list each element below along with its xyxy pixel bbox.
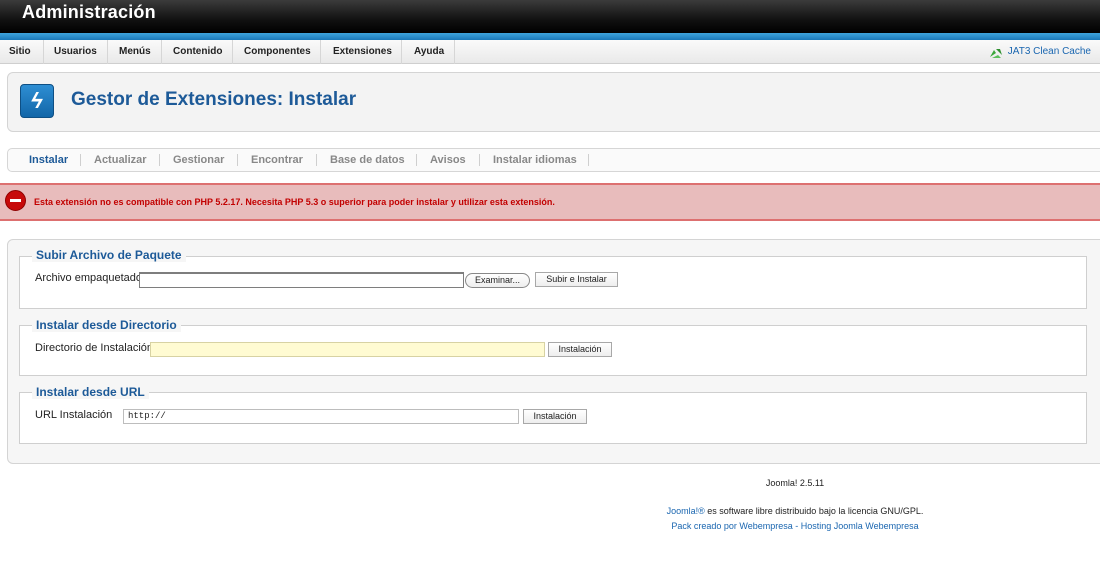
clean-cache-label: JAT3 Clean Cache bbox=[1007, 46, 1091, 57]
tab-separator bbox=[316, 154, 317, 166]
tab-separator bbox=[588, 154, 589, 166]
error-icon bbox=[5, 190, 26, 211]
tab-separator bbox=[416, 154, 417, 166]
license-line: Joomla!® es software libre distribuido b… bbox=[600, 506, 990, 516]
recycle-icon bbox=[988, 45, 1004, 59]
tab-gestionar[interactable]: Gestionar bbox=[173, 148, 224, 172]
install-directory-input[interactable] bbox=[150, 342, 545, 357]
version-text: Joomla! 2.5.11 bbox=[765, 478, 825, 488]
browse-button[interactable]: Examinar... bbox=[465, 273, 530, 288]
tab-separator bbox=[237, 154, 238, 166]
menu-item-sitio[interactable]: Sitio bbox=[0, 40, 44, 64]
tab-actualizar[interactable]: Actualizar bbox=[94, 148, 147, 172]
main-menu: Sitio Usuarios Menús Contenido Component… bbox=[0, 40, 1100, 64]
tab-avisos[interactable]: Avisos bbox=[430, 148, 466, 172]
admin-header: Administración bbox=[0, 0, 1100, 33]
joomla-link[interactable]: Joomla!® bbox=[667, 506, 705, 516]
install-directory-label: Directorio de Instalación bbox=[35, 342, 154, 354]
page-title: Gestor de Extensiones: Instalar bbox=[71, 89, 357, 110]
menu-item-menus[interactable]: Menús bbox=[108, 40, 162, 64]
extension-manager-icon: ϟ bbox=[20, 84, 54, 118]
tab-separator bbox=[159, 154, 160, 166]
install-url-button[interactable]: Instalación bbox=[523, 409, 587, 424]
menu-item-contenido[interactable]: Contenido bbox=[162, 40, 233, 64]
menu-item-usuarios[interactable]: Usuarios bbox=[44, 40, 108, 64]
webempresa-credit-link[interactable]: Pack creado por Webempresa - Hosting Joo… bbox=[671, 521, 918, 531]
install-directory-legend: Instalar desde Directorio bbox=[32, 318, 181, 332]
menu-item-ayuda[interactable]: Ayuda bbox=[402, 40, 455, 64]
tab-base-de-datos[interactable]: Base de datos bbox=[330, 148, 405, 172]
tab-separator bbox=[80, 154, 81, 166]
upload-install-button[interactable]: Subir e Instalar bbox=[535, 272, 618, 287]
package-file-label: Archivo empaquetado bbox=[35, 272, 143, 284]
menu-item-extensiones[interactable]: Extensiones bbox=[321, 40, 402, 64]
credit-line: Pack creado por Webempresa - Hosting Joo… bbox=[600, 521, 990, 531]
license-text: es software libre distribuido bajo la li… bbox=[704, 506, 924, 516]
error-message: Esta extensión no es compatible con PHP … bbox=[34, 197, 555, 207]
header-title: Administración bbox=[22, 2, 156, 22]
install-directory-button[interactable]: Instalación bbox=[548, 342, 612, 357]
header-accent-line bbox=[0, 33, 1100, 40]
package-file-input[interactable] bbox=[139, 272, 464, 288]
install-url-legend: Instalar desde URL bbox=[32, 385, 149, 399]
tab-instalar[interactable]: Instalar bbox=[29, 148, 68, 172]
upload-package-legend: Subir Archivo de Paquete bbox=[32, 248, 186, 262]
tab-separator bbox=[479, 154, 480, 166]
menu-item-componentes[interactable]: Componentes bbox=[233, 40, 321, 64]
tab-instalar-idiomas[interactable]: Instalar idiomas bbox=[493, 148, 577, 172]
clean-cache-link[interactable]: JAT3 Clean Cache bbox=[988, 40, 1091, 64]
install-url-input[interactable]: http:// bbox=[123, 409, 519, 424]
install-url-label: URL Instalación bbox=[35, 409, 113, 421]
tab-encontrar[interactable]: Encontrar bbox=[251, 148, 303, 172]
